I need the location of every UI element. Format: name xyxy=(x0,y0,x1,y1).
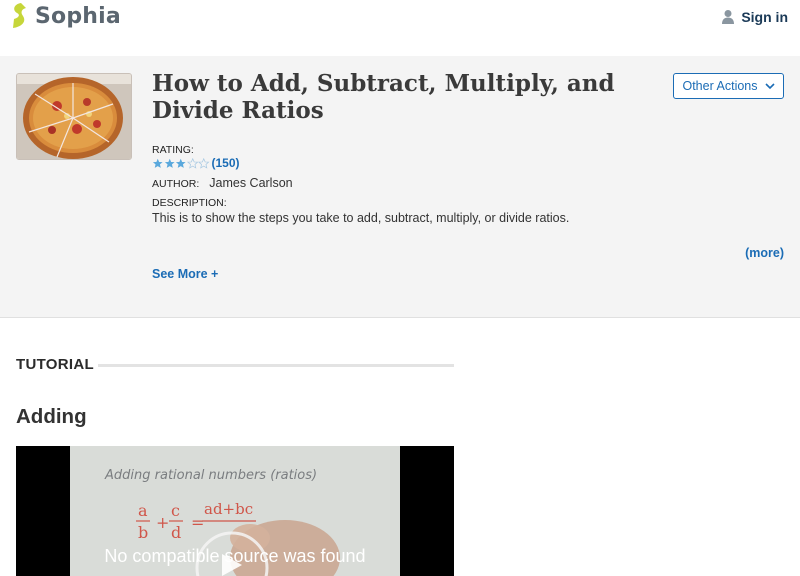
see-more-link[interactable]: See More + xyxy=(152,267,218,281)
logo-text: Sophia xyxy=(35,3,121,29)
math-b: b xyxy=(138,523,148,542)
author-row: AUTHOR: James Carlson xyxy=(152,176,293,190)
pizza-image xyxy=(17,74,131,159)
section-title: Adding xyxy=(16,405,87,428)
math-a: a xyxy=(138,501,148,520)
rating-label: RATING: xyxy=(152,144,194,156)
math-d: d xyxy=(171,523,181,542)
rating-count[interactable]: (150) xyxy=(212,156,240,170)
rating-stars[interactable]: (150) xyxy=(152,156,240,170)
author-label: AUTHOR: xyxy=(152,178,200,190)
math-equals: = xyxy=(191,513,204,532)
math-numerator: ad+bc xyxy=(204,500,253,518)
tutorial-heading: TUTORIAL xyxy=(16,356,94,373)
star-group xyxy=(152,157,210,169)
video-error-message: No compatible source was found xyxy=(104,546,366,566)
other-actions-label: Other Actions xyxy=(682,79,758,93)
star-empty-icon xyxy=(186,157,198,169)
top-header: Sophia Sign in xyxy=(0,0,800,56)
video-whiteboard-text: Adding rational numbers (ratios) xyxy=(104,468,317,483)
sign-in-label: Sign in xyxy=(741,9,788,25)
math-c: c xyxy=(171,501,180,520)
other-actions-button[interactable]: Other Actions xyxy=(673,73,784,99)
tutorial-divider xyxy=(98,364,454,367)
description-text: This is to show the steps you take to ad… xyxy=(152,211,570,225)
sign-in-link[interactable]: Sign in xyxy=(721,9,788,25)
sophia-logo-icon xyxy=(13,3,26,28)
math-plus: + xyxy=(156,513,169,532)
resource-title: How to Add, Subtract, Multiply, and Divi… xyxy=(152,70,615,124)
resource-hero: How to Add, Subtract, Multiply, and Divi… xyxy=(0,56,800,318)
resource-thumbnail xyxy=(16,73,132,160)
star-filled-icon xyxy=(175,158,186,168)
star-filled-icon xyxy=(152,158,163,168)
author-name: James Carlson xyxy=(209,176,293,190)
star-empty-icon xyxy=(198,157,210,169)
user-icon xyxy=(722,10,735,24)
sophia-logo[interactable]: Sophia xyxy=(10,2,121,30)
chevron-down-icon xyxy=(764,82,775,89)
more-link[interactable]: (more) xyxy=(745,246,784,260)
video-player[interactable]: Adding rational numbers (ratios) a b + c… xyxy=(16,446,454,576)
star-filled-icon xyxy=(164,158,175,168)
description-label: DESCRIPTION: xyxy=(152,197,227,209)
